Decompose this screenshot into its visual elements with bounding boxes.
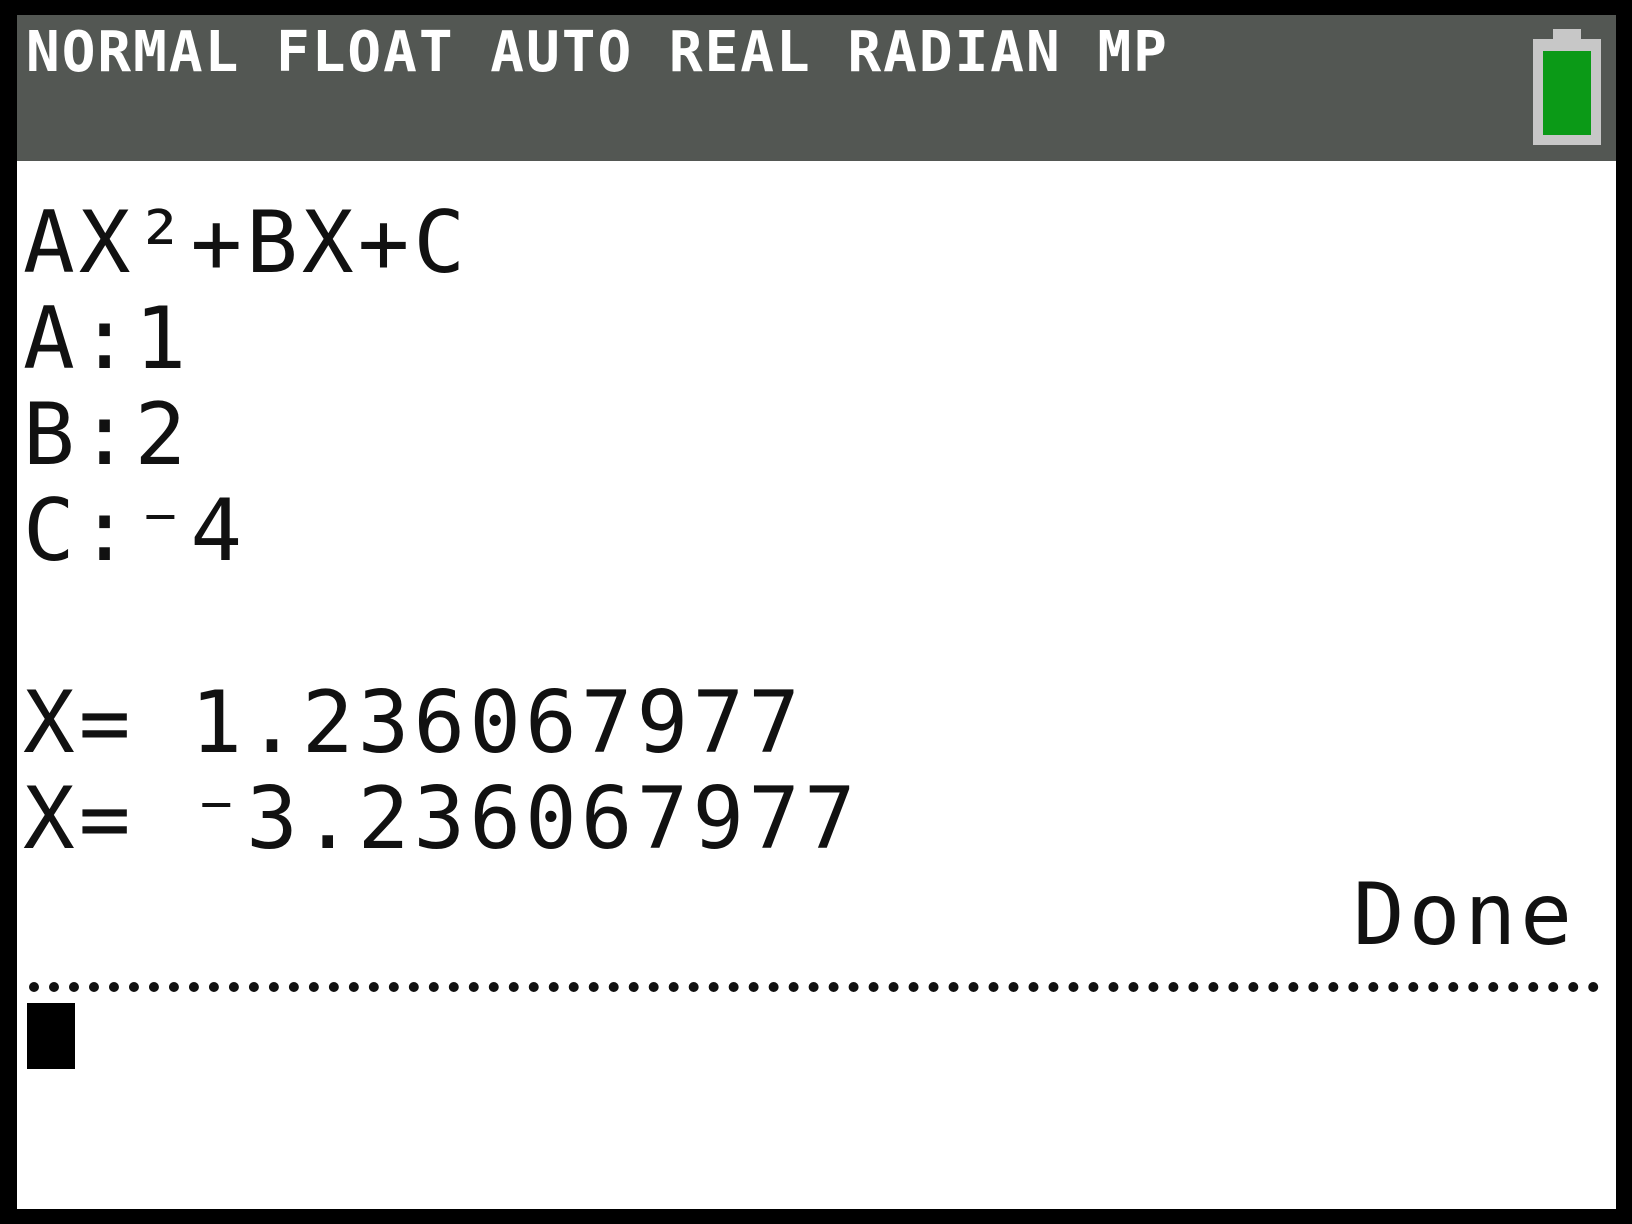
status-bar: NORMAL FLOAT AUTO REAL RADIAN MP [17, 15, 1616, 161]
mode-status-text: NORMAL FLOAT AUTO REAL RADIAN MP [26, 20, 1169, 85]
home-screen: AX²+BX+C A:1 B:2 C:⁻4 X= 1.236067977 X= … [17, 161, 1616, 1209]
coefficient-a-line: A:1 [23, 289, 191, 389]
equation-line: AX²+BX+C [23, 193, 470, 293]
coefficient-c-line: C:⁻4 [23, 481, 247, 581]
calculator-screen: NORMAL FLOAT AUTO REAL RADIAN MP AX²+BX+… [17, 15, 1616, 1209]
done-result: Done [1352, 865, 1576, 965]
coefficient-b-line: B:2 [23, 385, 191, 485]
solution-line-2: X= ⁻3.236067977 [23, 769, 860, 869]
battery-level-fill [1543, 51, 1591, 135]
input-cursor[interactable] [27, 1003, 75, 1069]
entry-divider [29, 982, 1599, 992]
battery-icon [1531, 29, 1603, 147]
solution-line-1: X= 1.236067977 [23, 673, 804, 773]
